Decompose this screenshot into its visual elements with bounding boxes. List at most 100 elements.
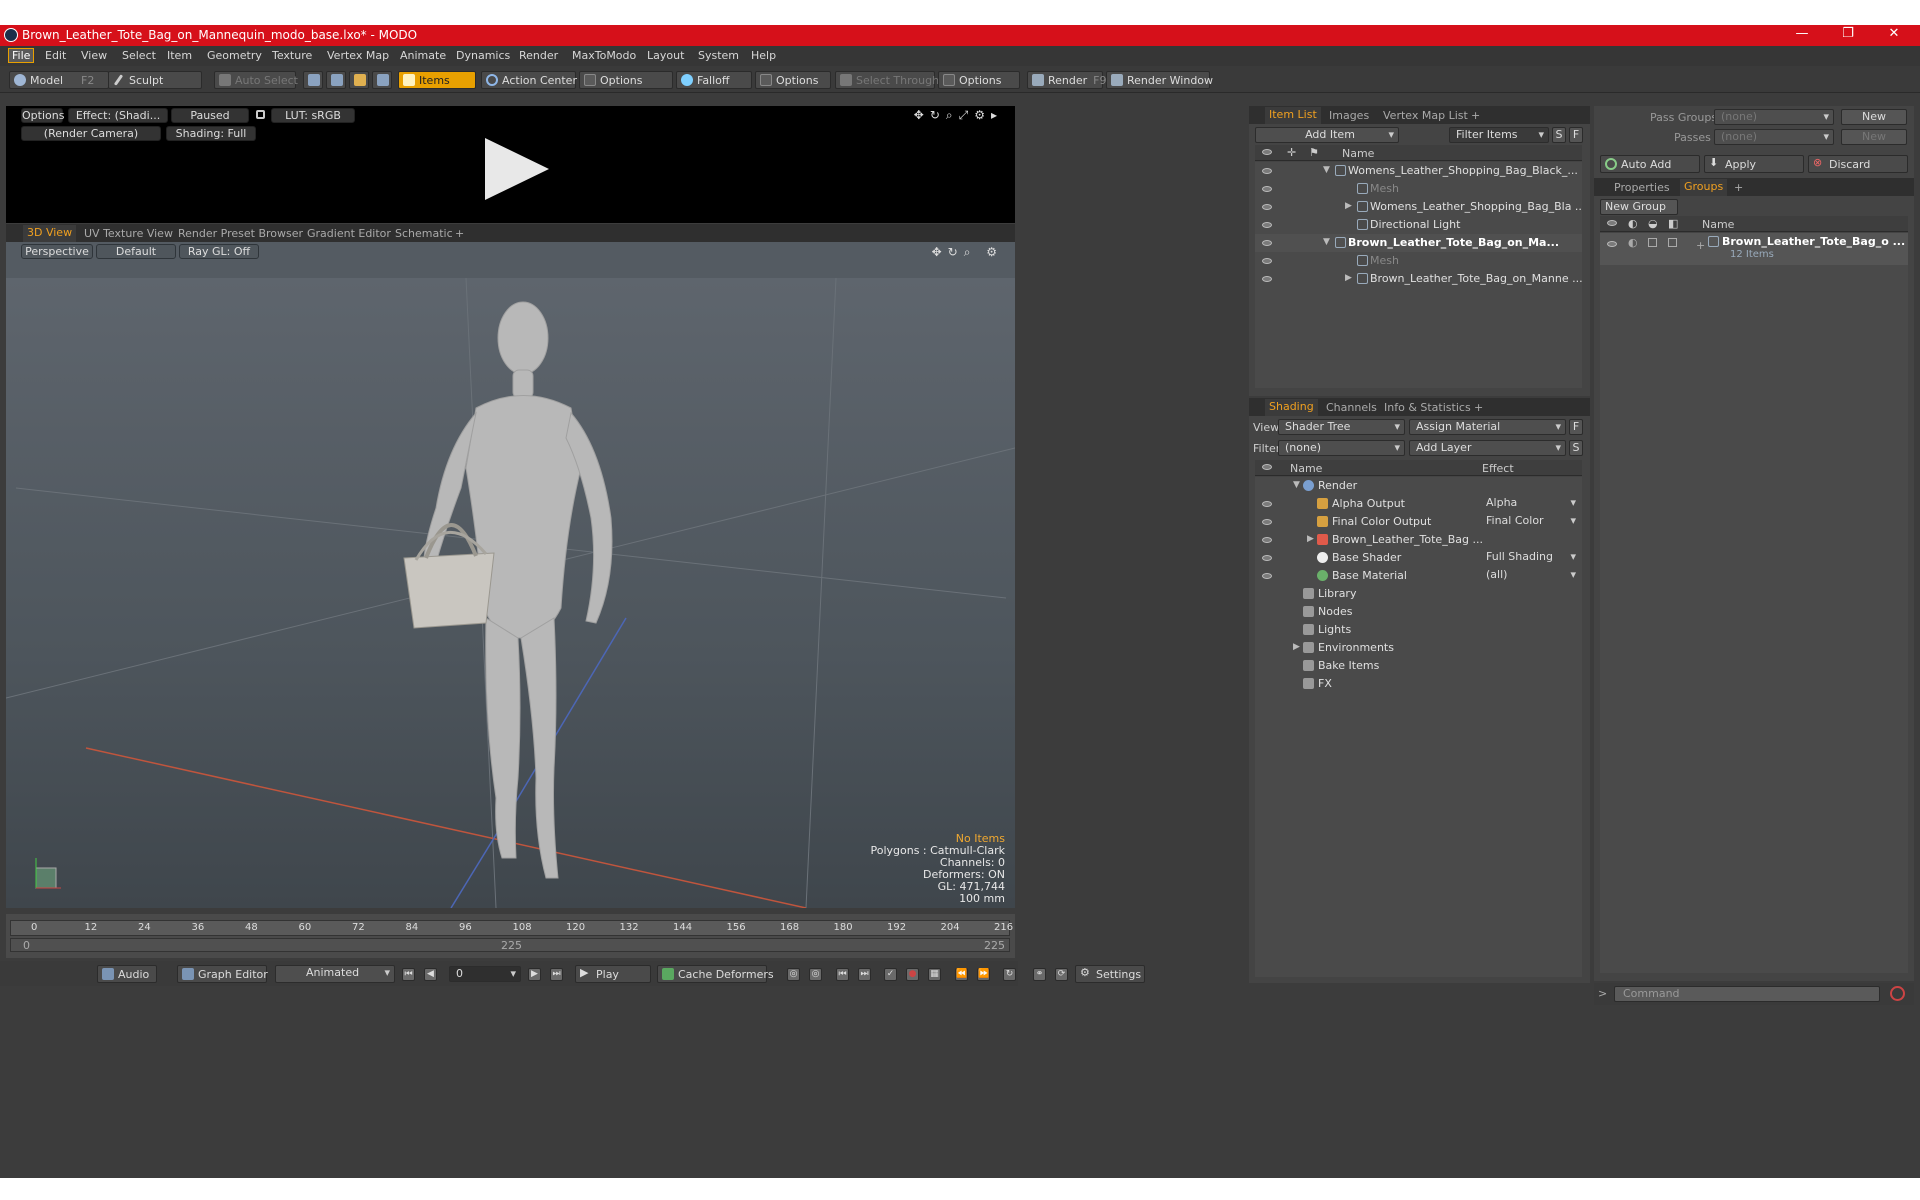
grid-key-button[interactable]: ▦ bbox=[928, 968, 941, 981]
add-layer-dropdown[interactable]: Add Layer bbox=[1409, 440, 1566, 456]
shader-tree-row[interactable]: ▶ Brown_Leather_Tote_Bag ... bbox=[1255, 531, 1582, 549]
expand-arrow-icon[interactable]: ▶ bbox=[1293, 642, 1300, 652]
menu-edit[interactable]: Edit bbox=[45, 49, 66, 62]
preview-shading-dropdown[interactable]: Shading: Full bbox=[166, 126, 256, 141]
next-key-button[interactable]: ⏭ bbox=[858, 968, 871, 981]
tab-render-preset-browser[interactable]: Render Preset Browser bbox=[178, 227, 303, 240]
record-button[interactable]: ● bbox=[906, 968, 919, 981]
visibility-icon[interactable] bbox=[1262, 222, 1272, 228]
sculpt-mode-button[interactable]: Sculpt bbox=[108, 71, 202, 89]
visibility-icon[interactable] bbox=[1262, 258, 1272, 264]
menu-select[interactable]: Select bbox=[122, 49, 156, 62]
auto-select-button[interactable]: Auto Select bbox=[214, 71, 298, 89]
play-preview-icon[interactable] bbox=[483, 136, 553, 202]
tab-vertex-map-list[interactable]: Vertex Map List bbox=[1383, 109, 1468, 122]
filter-dropdown[interactable]: (none) bbox=[1278, 440, 1405, 456]
tab-uv-texture-view[interactable]: UV Texture View bbox=[84, 227, 173, 240]
link-icon[interactable]: ⚭ bbox=[1033, 968, 1046, 981]
shader-tree-row[interactable]: ▼ Render bbox=[1255, 477, 1582, 495]
graph-editor-button[interactable]: Graph Editor bbox=[177, 965, 268, 983]
tab-properties[interactable]: Properties bbox=[1614, 181, 1670, 194]
passes-dropdown[interactable]: (none) bbox=[1714, 129, 1834, 145]
filter-s-button[interactable]: S bbox=[1552, 127, 1566, 143]
visibility-icon[interactable] bbox=[1262, 501, 1272, 507]
close-button[interactable]: ✕ bbox=[1876, 26, 1912, 41]
visibility-icon[interactable] bbox=[1262, 537, 1272, 543]
lock-icon[interactable]: ◐ bbox=[1628, 236, 1638, 249]
add-tab-button[interactable]: + bbox=[455, 227, 464, 240]
record-macro-icon[interactable] bbox=[1890, 986, 1905, 1001]
key-icon[interactable]: ◎ bbox=[787, 968, 800, 981]
shading-s-button[interactable]: S bbox=[1569, 440, 1583, 456]
visibility-icon[interactable] bbox=[1262, 240, 1272, 246]
assign-material-dropdown[interactable]: Assign Material bbox=[1409, 419, 1566, 435]
new-group-button[interactable]: New Group bbox=[1600, 199, 1678, 215]
visibility-icon[interactable] bbox=[1262, 186, 1272, 192]
menu-render[interactable]: Render bbox=[519, 49, 558, 62]
expand-arrow-icon[interactable]: ▼ bbox=[1293, 480, 1300, 490]
tab-groups[interactable]: Groups bbox=[1680, 179, 1728, 196]
render-window-button[interactable]: Render Window bbox=[1106, 71, 1213, 89]
select-through-button[interactable]: Select Through bbox=[835, 71, 939, 89]
expand-icon[interactable]: + bbox=[1696, 239, 1705, 252]
3d-viewport[interactable]: No Items Polygons : Catmull-Clark Channe… bbox=[6, 278, 1015, 908]
menu-layout[interactable]: Layout bbox=[647, 49, 684, 62]
menu-geometry[interactable]: Geometry bbox=[207, 49, 262, 62]
model-mode-button[interactable]: Model F2 bbox=[9, 71, 109, 89]
visibility-icon[interactable] bbox=[1262, 276, 1272, 282]
timeline[interactable]: 0 12 24 36 48 60 72 84 96 108 120 132 144 156 168 180 19… bbox=[6, 914, 1015, 958]
cache-deformers-button[interactable]: Cache Deformers bbox=[657, 965, 774, 983]
item-list-row[interactable]: Mesh bbox=[1255, 180, 1582, 198]
item-list-row[interactable]: ▶ Womens_Leather_Shopping_Bag_Bla ... bbox=[1255, 198, 1582, 216]
item-list-row[interactable]: ▼ Womens_Leather_Shopping_Bag_Black_... bbox=[1255, 162, 1582, 180]
timeline-ruler[interactable]: 0 12 24 36 48 60 72 84 96 108 120 132 144 156 168 180 19… bbox=[10, 920, 1013, 936]
tab-info-statistics[interactable]: Info & Statistics bbox=[1384, 401, 1471, 414]
item-list-row[interactable]: ▶ Brown_Leather_Tote_Bag_on_Manne ... bbox=[1255, 270, 1582, 288]
expand-arrow-icon[interactable]: ▶ bbox=[1345, 273, 1352, 283]
action-center-options-button[interactable]: Options bbox=[579, 71, 673, 89]
shader-tree-row[interactable]: FX bbox=[1255, 675, 1582, 693]
filter-items-field[interactable]: Filter Items bbox=[1449, 127, 1549, 143]
auto-add-button[interactable]: Auto Add bbox=[1600, 155, 1700, 173]
item-list-row[interactable]: Directional Light bbox=[1255, 216, 1582, 234]
first-frame-button[interactable]: ⏮ bbox=[402, 968, 415, 981]
tab-shading[interactable]: Shading bbox=[1265, 399, 1318, 416]
tab-channels[interactable]: Channels bbox=[1326, 401, 1377, 414]
raygl-dropdown[interactable]: Ray GL: Off bbox=[179, 244, 259, 259]
loop-button[interactable]: ↻ bbox=[1003, 968, 1016, 981]
visibility-icon[interactable] bbox=[1607, 241, 1617, 247]
settings-button[interactable]: ⚙ Settings bbox=[1075, 965, 1145, 983]
menu-maxtomodo[interactable]: MaxToModo bbox=[572, 49, 636, 62]
step-next-button[interactable]: ⏩ bbox=[977, 968, 990, 981]
shader-tree-row[interactable]: Base Shader Full Shading bbox=[1255, 549, 1582, 567]
visibility-icon[interactable] bbox=[1262, 204, 1272, 210]
add-item-dropdown[interactable]: Add Item bbox=[1255, 127, 1399, 143]
discard-button[interactable]: ⊗ Discard bbox=[1808, 155, 1908, 173]
frame-field[interactable]: 0 bbox=[449, 966, 521, 982]
shader-tree-row[interactable]: Alpha Output Alpha bbox=[1255, 495, 1582, 513]
timeline-range-bar[interactable]: 0 225 225 bbox=[10, 938, 1010, 952]
add-tab-button[interactable]: + bbox=[1474, 401, 1483, 414]
lock-icon[interactable] bbox=[256, 110, 265, 119]
effect-dropdown[interactable]: Final Color bbox=[1480, 514, 1580, 530]
shading-f-button[interactable]: F bbox=[1569, 419, 1583, 435]
restore-button[interactable]: ❐ bbox=[1830, 26, 1866, 41]
vertices-mode-button[interactable] bbox=[303, 71, 323, 89]
step-prev-button[interactable]: ⏪ bbox=[955, 968, 968, 981]
view-dropdown[interactable]: Shader Tree bbox=[1278, 419, 1405, 435]
add-tab-button[interactable]: + bbox=[1734, 181, 1743, 194]
visibility-icon[interactable] bbox=[1262, 519, 1272, 525]
preview-effect-dropdown[interactable]: Effect: (Shadi... bbox=[68, 108, 168, 123]
falloff-button[interactable]: Falloff bbox=[676, 71, 752, 89]
tab-schematic[interactable]: Schematic bbox=[395, 227, 453, 240]
shader-tree-row[interactable]: ▶ Environments bbox=[1255, 639, 1582, 657]
tab-3d-view[interactable]: 3D View bbox=[23, 225, 77, 242]
preview-options-button[interactable]: Options bbox=[21, 108, 64, 123]
menu-file[interactable]: File bbox=[7, 48, 35, 63]
lut-dropdown[interactable]: LUT: sRGB bbox=[271, 108, 355, 123]
menu-vertex-map[interactable]: Vertex Map bbox=[327, 49, 389, 62]
add-tab-button[interactable]: + bbox=[1471, 109, 1480, 122]
shader-tree-row[interactable]: Bake Items bbox=[1255, 657, 1582, 675]
last-frame-button[interactable]: ⏭ bbox=[550, 968, 563, 981]
items-mode-button[interactable]: Items bbox=[398, 71, 476, 89]
